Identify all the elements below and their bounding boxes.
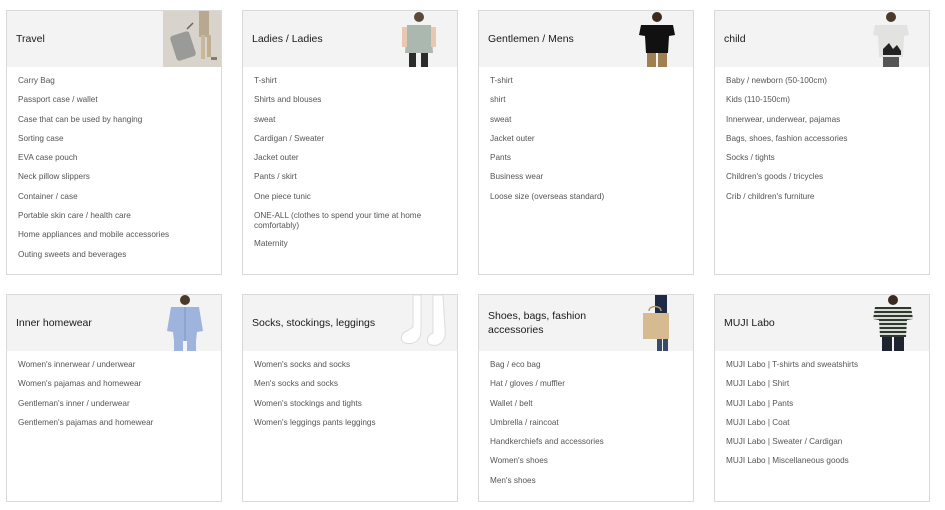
category-links: T-shirt Shirts and blouses sweat Cardiga… [243,67,457,249]
category-link[interactable]: Women's stockings and tights [254,399,444,409]
category-link[interactable]: MUJI Labo | T-shirts and sweatshirts [726,360,916,370]
category-link[interactable]: Women's innerwear / underwear [18,360,208,370]
category-link[interactable]: sweat [254,115,444,125]
category-link[interactable]: Pants / skirt [254,172,444,182]
category-card-mens: Gentlemen / Mens T-shirt shirt sweat Jac… [478,10,694,275]
category-link[interactable]: Women's leggings pants leggings [254,418,444,428]
category-card-socks: Socks, stockings, leggings Women's socks… [242,294,458,502]
category-link[interactable]: MUJI Labo | Miscellaneous goods [726,456,916,466]
category-card-ladies: Ladies / Ladies T-shirt Shirts and blous… [242,10,458,275]
category-link[interactable]: Socks / tights [726,153,916,163]
category-link[interactable]: Container / case [18,192,208,202]
category-link[interactable]: Gentleman's inner / underwear [18,399,208,409]
category-link[interactable]: Carry Bag [18,76,208,86]
category-link[interactable]: T-shirt [490,76,680,86]
category-header[interactable]: Gentlemen / Mens [479,11,693,67]
category-header[interactable]: Socks, stockings, leggings [243,295,457,351]
category-card-child: child Baby / newborn (50-100cm) Kids (11… [714,10,930,275]
category-links: Bag / eco bag Hat / gloves / muffler Wal… [479,351,693,486]
category-link[interactable]: Business wear [490,172,680,182]
category-title[interactable]: Gentlemen / Mens [488,11,618,67]
category-title[interactable]: Travel [16,11,146,67]
category-link[interactable]: Bags, shoes, fashion accessories [726,134,916,144]
category-link[interactable]: Passport case / wallet [18,95,208,105]
category-link[interactable]: Jacket outer [490,134,680,144]
category-link[interactable]: Neck pillow slippers [18,172,208,182]
category-header[interactable]: Inner homewear [7,295,221,351]
category-link[interactable]: T-shirt [254,76,444,86]
category-header[interactable]: child [715,11,929,67]
category-link[interactable]: Women's pajamas and homewear [18,379,208,389]
category-link[interactable]: Jacket outer [254,153,444,163]
category-link[interactable]: Women's shoes [490,456,680,466]
category-link[interactable]: Umbrella / raincoat [490,418,680,428]
category-link[interactable]: Innerwear, underwear, pajamas [726,115,916,125]
tote-bag-image[interactable] [635,295,693,351]
category-link[interactable]: Men's shoes [490,476,680,486]
category-link[interactable]: Home appliances and mobile accessories [18,230,208,240]
category-link[interactable]: MUJI Labo | Coat [726,418,916,428]
category-link[interactable]: Bag / eco bag [490,360,680,370]
category-link[interactable]: Children's goods / tricycles [726,172,916,182]
striped-tshirt-image[interactable] [871,295,929,351]
category-header[interactable]: Shoes, bags, fashion accessories [479,295,693,351]
category-title[interactable]: Inner homewear [16,295,146,351]
category-link[interactable]: Pants [490,153,680,163]
category-link[interactable]: Women's socks and socks [254,360,444,370]
category-link[interactable]: Hat / gloves / muffler [490,379,680,389]
category-link[interactable]: Shirts and blouses [254,95,444,105]
category-link[interactable]: Handkerchiefs and accessories [490,437,680,447]
category-link[interactable]: Sorting case [18,134,208,144]
category-link[interactable]: MUJI Labo | Shirt [726,379,916,389]
category-link[interactable]: Maternity [254,239,444,249]
category-links: MUJI Labo | T-shirts and sweatshirts MUJ… [715,351,929,466]
category-card-muji-labo: MUJI Labo MUJI Labo | T-shirts and sweat… [714,294,930,502]
category-header[interactable]: Ladies / Ladies [243,11,457,67]
category-title[interactable]: MUJI Labo [724,295,854,351]
category-links: T-shirt shirt sweat Jacket outer Pants B… [479,67,693,202]
category-link[interactable]: MUJI Labo | Sweater / Cardigan [726,437,916,447]
category-header[interactable]: MUJI Labo [715,295,929,351]
category-link[interactable]: One piece tunic [254,192,444,202]
blue-pajamas-image[interactable] [163,295,221,351]
category-link[interactable]: Baby / newborn (50-100cm) [726,76,916,86]
category-link[interactable]: Loose size (overseas standard) [490,192,680,202]
category-title[interactable]: Ladies / Ladies [252,11,382,67]
category-links: Baby / newborn (50-100cm) Kids (110-150c… [715,67,929,202]
category-card-inner-homewear: Inner homewear Women's innerwear / under… [6,294,222,502]
child-print-tshirt-image[interactable] [871,11,929,67]
category-link[interactable]: ONE-ALL (clothes to spend your time at h… [254,211,444,231]
category-link[interactable]: sweat [490,115,680,125]
category-link[interactable]: Case that can be used by hanging [18,115,208,125]
category-link[interactable]: Wallet / belt [490,399,680,409]
category-links: Carry Bag Passport case / wallet Case th… [7,67,221,260]
category-link[interactable]: Cardigan / Sweater [254,134,444,144]
category-title[interactable]: child [724,11,854,67]
category-header[interactable]: Travel [7,11,221,67]
man-black-tshirt-image[interactable] [635,11,693,67]
category-title[interactable]: Shoes, bags, fashion accessories [488,295,618,351]
suitcase-traveler-image[interactable] [163,11,221,67]
category-link[interactable]: shirt [490,95,680,105]
woman-grey-top-image[interactable] [399,11,457,67]
category-links: Women's innerwear / underwear Women's pa… [7,351,221,428]
category-card-shoes-bags: Shoes, bags, fashion accessories Bag / e… [478,294,694,502]
category-link[interactable]: Crib / children's furniture [726,192,916,202]
category-card-travel: Travel Carry Bag Passport case / wallet … [6,10,222,275]
category-title[interactable]: Socks, stockings, leggings [252,295,382,351]
category-link[interactable]: Men's socks and socks [254,379,444,389]
category-link[interactable]: Portable skin care / health care [18,211,208,221]
white-socks-image[interactable] [399,295,457,351]
category-link[interactable]: Outing sweets and beverages [18,250,208,260]
category-links: Women's socks and socks Men's socks and … [243,351,457,428]
category-link[interactable]: EVA case pouch [18,153,208,163]
category-link[interactable]: Kids (110-150cm) [726,95,916,105]
category-link[interactable]: Gentlemen's pajamas and homewear [18,418,208,428]
category-link[interactable]: MUJI Labo | Pants [726,399,916,409]
